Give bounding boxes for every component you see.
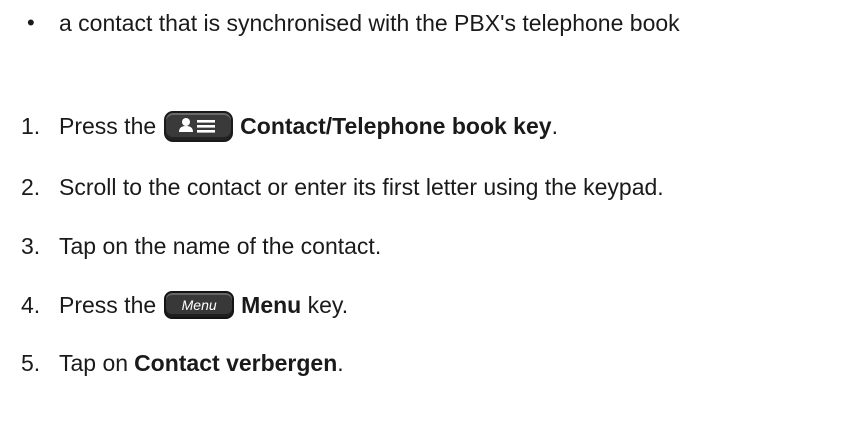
step-pre-text: Tap on [59,349,129,376]
step-number: 3. [21,232,41,259]
step-number: 2. [21,173,41,200]
step-bold-text: Contact/Telephone book key [240,112,552,139]
bullet-text: a contact that is synchronised with the … [59,9,680,36]
step-post-text: . [551,112,558,139]
step-pre-text: Press the [59,291,157,318]
step-number: 4. [21,291,41,318]
step-post-text: . [337,349,344,376]
step-bold-text: Menu [241,291,302,318]
step-number: 5. [21,349,41,376]
step-text: Tap on the name of the contact. [59,232,382,259]
step-pre-text: Press the [59,112,157,139]
step-text: Press the Contact/Telephone book key . [59,110,558,142]
menu-key-icon: Menu [164,291,235,319]
bullet-mark: • [27,10,35,35]
step-number: 1. [21,112,41,139]
step-text: Tap on Contact verbergen . [59,350,344,377]
step-text: Scroll to the contact or enter its first… [59,173,664,200]
step-bold-text: Contact verbergen [134,349,338,376]
contact-telephone-book-key-icon [164,110,234,142]
step-post-text: key. [301,291,349,318]
step-text: Press the Menu Menu key. [59,291,348,319]
